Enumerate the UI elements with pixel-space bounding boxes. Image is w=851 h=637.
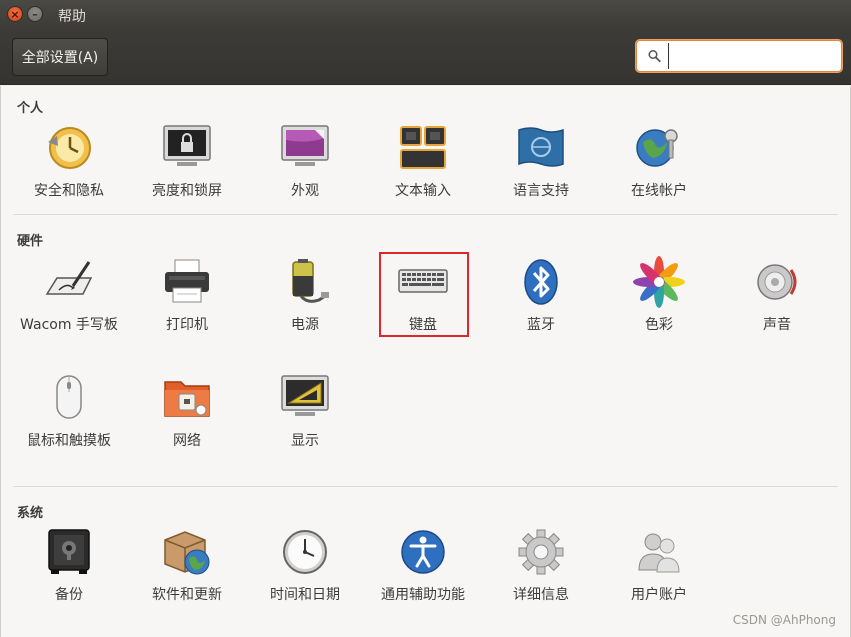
item-network[interactable]: 网络: [133, 372, 241, 452]
search-box[interactable]: [636, 40, 842, 72]
item-backup[interactable]: 备份: [15, 526, 123, 606]
item-universal-access[interactable]: 通用辅助功能: [369, 526, 477, 606]
bluetooth-icon: [524, 259, 558, 305]
search-input[interactable]: [668, 43, 841, 69]
item-label: 蓝牙: [527, 317, 555, 333]
clock-history-icon: [48, 127, 91, 169]
watermark: CSDN @AhPhong: [732, 613, 836, 627]
item-appearance[interactable]: 外观: [251, 122, 359, 202]
battery-plug-icon: [292, 259, 329, 303]
item-printer[interactable]: 打印机: [133, 256, 241, 336]
item-label: 在线帐户: [631, 183, 687, 199]
item-details[interactable]: 详细信息: [487, 526, 595, 606]
tablet-pen-icon: [45, 261, 93, 295]
item-label: 语言支持: [513, 183, 569, 199]
package-globe-icon: [164, 531, 210, 575]
toolbar: 全部设置(A): [0, 30, 851, 85]
item-label: 安全和隐私: [34, 183, 104, 199]
clock-icon: [283, 530, 327, 574]
item-language-support[interactable]: 语言支持: [487, 122, 595, 202]
keyboard-highlight-box: [379, 252, 469, 337]
item-text-input[interactable]: 文本输入: [369, 122, 477, 202]
language-flag-icon: [518, 127, 564, 167]
item-label: 备份: [55, 587, 83, 603]
color-flower-icon: [633, 256, 685, 308]
display-monitor-icon: [281, 375, 329, 416]
item-user-accounts[interactable]: 用户账户: [605, 526, 713, 606]
all-settings-button[interactable]: 全部设置(A): [12, 38, 108, 76]
section-title-system: 系统: [17, 506, 44, 521]
item-color[interactable]: 色彩: [605, 256, 713, 336]
item-label: 鼠标和触摸板: [27, 433, 111, 449]
item-label: 详细信息: [513, 587, 569, 603]
printer-icon: [165, 259, 209, 303]
settings-panel: 个人 安全和隐私 亮度和锁屏 外观 文本输入 语言支持 在线帐户 硬件 Waco…: [0, 86, 851, 637]
section-divider: [13, 486, 838, 487]
item-power[interactable]: 电源: [251, 256, 359, 336]
item-label: 色彩: [645, 317, 673, 333]
item-label: 通用辅助功能: [381, 587, 465, 603]
network-folder-icon: [164, 381, 210, 417]
item-label: 软件和更新: [152, 587, 222, 603]
item-sound[interactable]: 声音: [723, 256, 831, 336]
close-window-button[interactable]: ×: [7, 6, 23, 22]
item-label: 声音: [763, 317, 791, 333]
search-icon: [648, 50, 661, 63]
item-label: 网络: [173, 433, 201, 449]
item-display[interactable]: 显示: [251, 372, 359, 452]
item-label: 显示: [291, 433, 319, 449]
item-label: 文本输入: [395, 183, 451, 199]
item-software-updates[interactable]: 软件和更新: [133, 526, 241, 606]
appearance-monitor-icon: [281, 125, 329, 166]
item-label: 亮度和锁屏: [152, 183, 222, 199]
safe-icon: [48, 529, 90, 574]
section-divider: [13, 214, 838, 215]
item-bluetooth[interactable]: 蓝牙: [487, 256, 595, 336]
window-title: 帮助: [58, 9, 86, 25]
item-label: 时间和日期: [270, 587, 340, 603]
accessibility-icon: [401, 530, 445, 574]
item-online-accounts[interactable]: 在线帐户: [605, 122, 713, 202]
section-title-personal: 个人: [17, 101, 44, 116]
monitor-lock-icon: [163, 125, 211, 166]
item-label: 外观: [291, 183, 319, 199]
speaker-icon: [757, 264, 797, 300]
item-label: 用户账户: [631, 587, 687, 603]
item-label: Wacom 手写板: [20, 317, 118, 333]
gear-icon: [518, 529, 564, 575]
keyboard-keys-icon: [400, 126, 446, 169]
item-label: 电源: [291, 317, 319, 333]
section-title-hardware: 硬件: [17, 234, 44, 249]
mouse-icon: [56, 375, 82, 419]
minimize-window-button[interactable]: –: [27, 6, 43, 22]
item-label: 打印机: [166, 317, 208, 333]
item-brightness-lock[interactable]: 亮度和锁屏: [133, 122, 241, 202]
item-security-privacy[interactable]: 安全和隐私: [15, 122, 123, 202]
item-time-date[interactable]: 时间和日期: [251, 526, 359, 606]
title-bar: × – 帮助: [0, 0, 851, 30]
item-wacom-tablet[interactable]: Wacom 手写板: [15, 256, 123, 336]
online-accounts-globe-icon: [636, 129, 678, 167]
item-mouse-touchpad[interactable]: 鼠标和触摸板: [15, 372, 123, 452]
users-icon: [638, 533, 680, 573]
